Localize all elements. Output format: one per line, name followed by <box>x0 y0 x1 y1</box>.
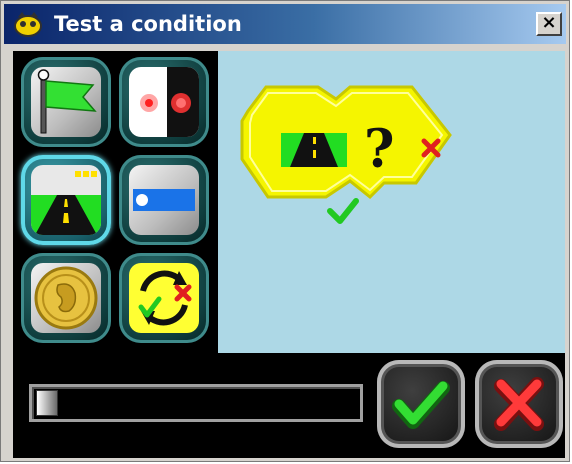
condition-block: ? <box>240 85 452 224</box>
condition-tool-grid <box>13 51 218 353</box>
tool-blue-bar[interactable] <box>119 155 209 245</box>
red-light-icon <box>140 67 199 137</box>
editor-area: ? <box>13 51 565 458</box>
tool-coin[interactable] <box>21 253 111 343</box>
slider-thumb[interactable] <box>36 390 58 416</box>
timeline-slider[interactable] <box>29 384 363 422</box>
window-title: Test a condition <box>54 12 242 36</box>
close-icon: × <box>541 12 557 33</box>
tool-road[interactable] <box>21 155 111 245</box>
question-mark: ? <box>364 119 394 180</box>
road-icon <box>31 171 101 235</box>
check-icon <box>392 381 450 429</box>
ok-button[interactable] <box>377 360 465 448</box>
tool-yes-no[interactable] <box>119 253 209 343</box>
tool-face <box>31 67 101 137</box>
yes-no-cycle-icon <box>138 270 192 326</box>
tool-flag[interactable] <box>21 57 111 147</box>
tool-face <box>31 263 101 333</box>
x-icon <box>494 377 544 431</box>
road-icon <box>281 133 347 167</box>
tool-face <box>31 165 101 235</box>
title-bar[interactable]: Test a condition × <box>4 4 566 44</box>
tool-face <box>129 263 199 333</box>
dialog-window: Test a condition × ? <box>0 0 570 462</box>
cancel-button[interactable] <box>475 360 563 448</box>
coin-icon <box>34 266 98 330</box>
close-button[interactable]: × <box>536 12 562 36</box>
condition-preview: ? <box>218 51 565 353</box>
tool-face <box>129 67 199 137</box>
tool-traffic-light[interactable] <box>119 57 209 147</box>
app-icon <box>14 12 42 37</box>
tool-face <box>129 165 199 235</box>
blue-bar-icon <box>133 189 195 211</box>
check-icon <box>327 198 359 224</box>
green-flag-icon <box>37 69 97 134</box>
